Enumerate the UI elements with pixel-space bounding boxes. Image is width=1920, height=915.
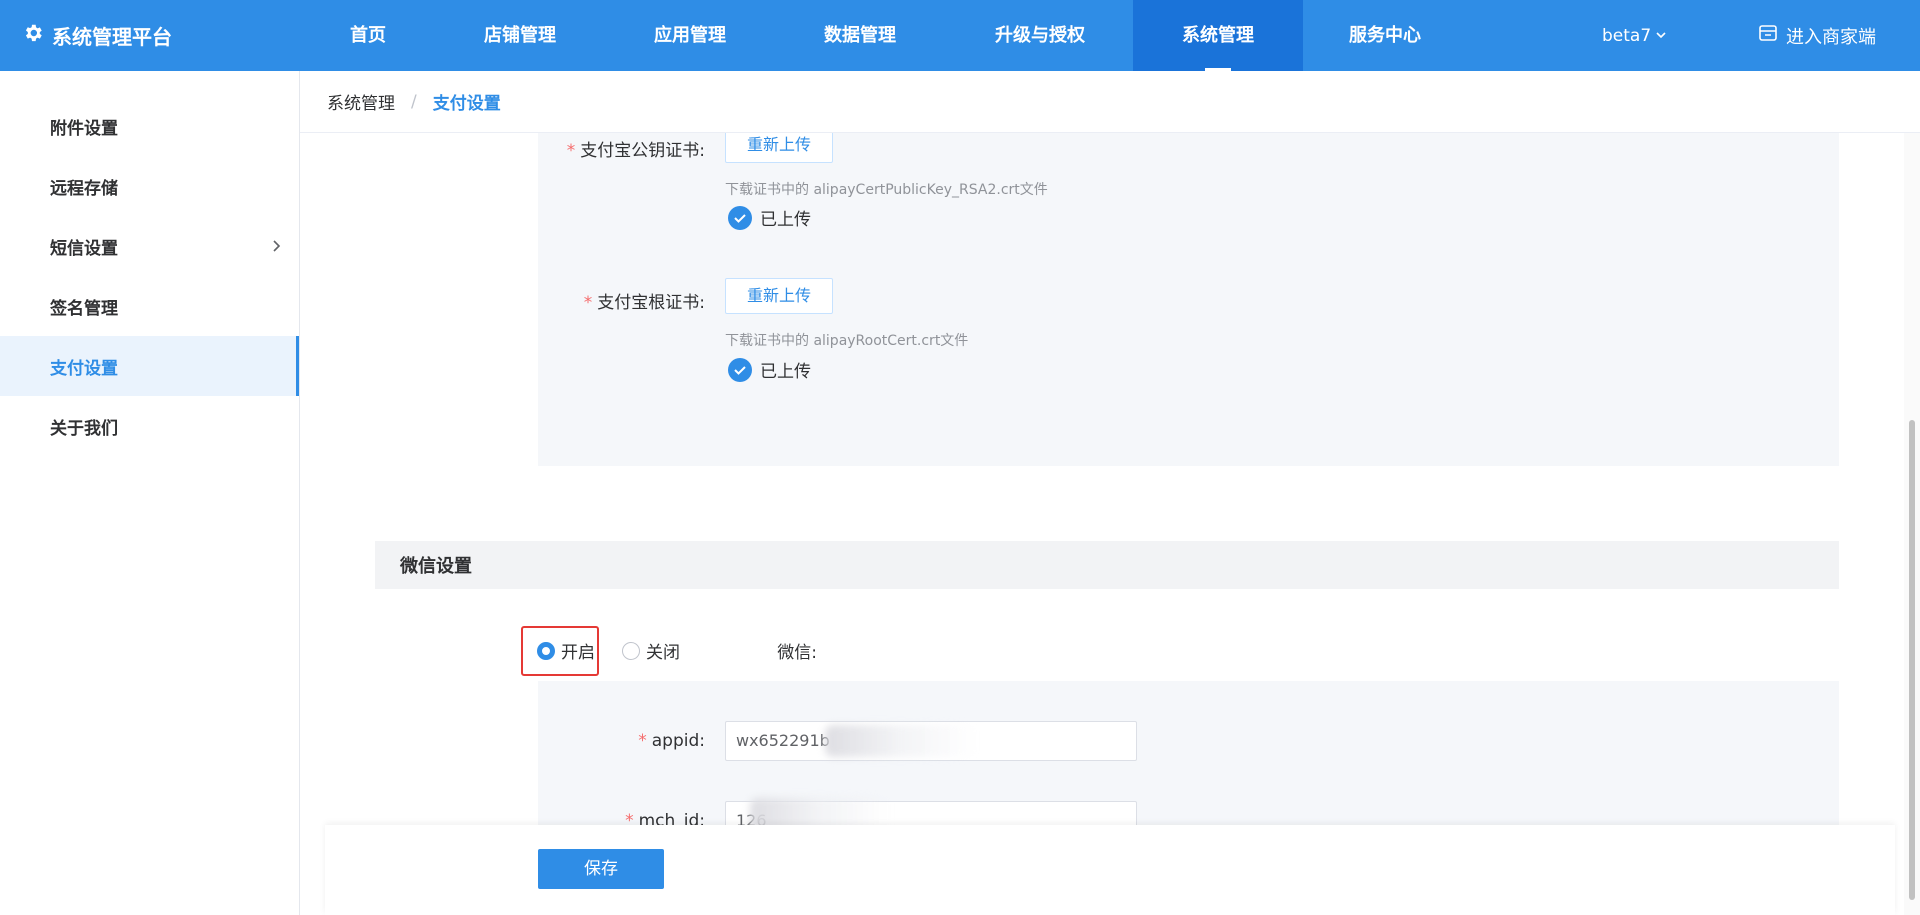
sidebar-item-attachment-settings[interactable]: 附件设置 xyxy=(0,96,299,156)
nav-system-management[interactable]: 系统管理 xyxy=(1133,0,1303,71)
alipay-public-cert-status-text: 已上传 xyxy=(760,210,811,230)
nav-upgrade-license[interactable]: 升级与授权 xyxy=(980,0,1100,71)
version-label: beta7 xyxy=(1602,25,1652,46)
required-asterisk: * xyxy=(583,293,593,313)
sidebar-item-remote-storage[interactable]: 远程存储 xyxy=(0,156,299,216)
nav-data-management[interactable]: 数据管理 xyxy=(810,0,910,71)
sidebar-item-signature-management[interactable]: 签名管理 xyxy=(0,276,299,336)
wechat-radio-off-label: 关闭 xyxy=(646,643,680,663)
store-icon xyxy=(1758,23,1778,48)
appid-value: wx652291b xyxy=(736,731,830,750)
nav-store-management[interactable]: 店铺管理 xyxy=(470,0,570,71)
alipay-public-cert-label-text: 支付宝公钥证书: xyxy=(580,141,705,161)
nav-service-center[interactable]: 服务中心 xyxy=(1335,0,1435,71)
check-circle-icon xyxy=(728,357,752,382)
alipay-root-cert-hint: 下载证书中的 alipayRootCert.crt文件 xyxy=(725,333,969,349)
wechat-toggle-label: 微信: xyxy=(777,643,817,663)
top-navigation-bar: 系统管理平台 首页 店铺管理 应用管理 数据管理 升级与授权 系统管理 服务中心… xyxy=(0,0,1920,71)
alipay-root-cert-status: 已上传 xyxy=(728,357,811,382)
radio-unchecked-icon xyxy=(622,641,640,660)
appid-label-text: appid: xyxy=(651,731,705,751)
sidebar: 附件设置 远程存储 短信设置 签名管理 支付设置 关于我们 xyxy=(0,71,300,915)
required-asterisk: * xyxy=(566,141,576,161)
sidebar-item-payment-settings[interactable]: 支付设置 xyxy=(0,336,299,396)
enter-merchant-link[interactable]: 进入商家端 xyxy=(1758,0,1876,71)
alipay-root-cert-label-text: 支付宝根证书: xyxy=(597,293,705,313)
breadcrumb: 系统管理 / 支付设置 xyxy=(300,71,1920,133)
breadcrumb-separator: / xyxy=(411,91,417,112)
alipay-root-cert-reupload-button[interactable]: 重新上传 xyxy=(725,278,833,314)
wechat-section-header: 微信设置 xyxy=(375,541,1839,589)
alipay-root-cert-status-text: 已上传 xyxy=(760,362,811,382)
breadcrumb-current: 支付设置 xyxy=(432,94,501,114)
alipay-public-cert-label: * 支付宝公钥证书: xyxy=(550,136,705,161)
chevron-right-icon xyxy=(269,238,283,252)
highlight-annotation-box xyxy=(521,626,599,676)
sidebar-item-sms-settings[interactable]: 短信设置 xyxy=(0,216,299,276)
sidebar-item-label: 短信设置 xyxy=(50,238,118,259)
wechat-radio-off[interactable]: 关闭 xyxy=(622,638,680,663)
brand-title: 系统管理平台 xyxy=(52,25,172,49)
nav-home[interactable]: 首页 xyxy=(328,0,408,71)
breadcrumb-parent[interactable]: 系统管理 xyxy=(327,89,395,114)
alipay-public-cert-hint: 下载证书中的 alipayCertPublicKey_RSA2.crt文件 xyxy=(725,182,1048,198)
required-asterisk: * xyxy=(638,731,647,751)
scrollbar-thumb[interactable] xyxy=(1909,420,1915,900)
form-footer: 保存 xyxy=(325,825,1895,915)
gear-icon xyxy=(22,22,44,49)
redacted-blur xyxy=(825,725,975,757)
enter-merchant-label: 进入商家端 xyxy=(1786,26,1876,48)
brand[interactable]: 系统管理平台 xyxy=(22,0,172,71)
alipay-public-cert-reupload-button[interactable]: 重新上传 xyxy=(725,133,833,163)
version-dropdown[interactable]: beta7 xyxy=(1602,0,1667,71)
check-circle-icon xyxy=(728,205,752,230)
appid-label: * appid: xyxy=(550,731,705,751)
nav-app-management[interactable]: 应用管理 xyxy=(640,0,740,71)
sidebar-item-about-us[interactable]: 关于我们 xyxy=(0,396,299,456)
save-button[interactable]: 保存 xyxy=(538,849,664,889)
alipay-root-cert-label: * 支付宝根证书: xyxy=(550,288,705,313)
chevron-down-icon xyxy=(1655,26,1667,46)
alipay-public-cert-status: 已上传 xyxy=(728,205,811,230)
main-content: * 支付宝公钥证书: 重新上传 下载证书中的 alipayCertPublicKe… xyxy=(300,133,1920,915)
